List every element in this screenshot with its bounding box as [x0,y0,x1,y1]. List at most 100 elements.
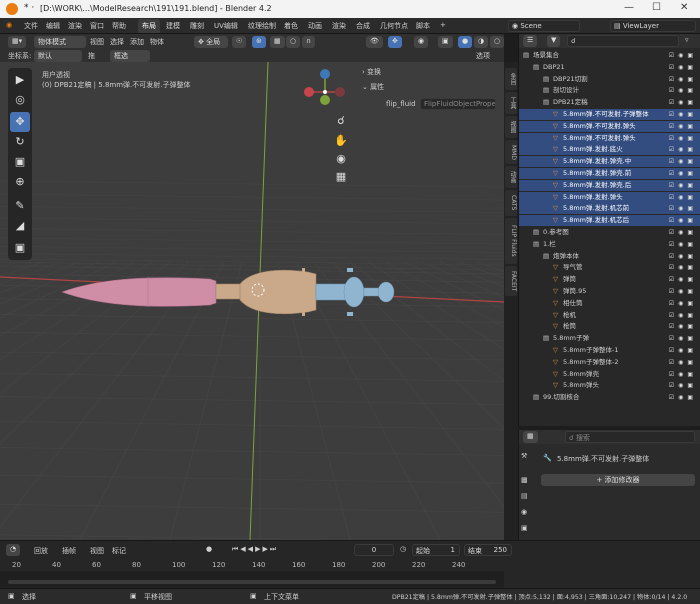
workspace-tab-geometry-nodes[interactable]: 几何节点 [376,19,412,33]
tool-props-icon[interactable]: ⚒ [521,452,527,460]
shading-solid-icon[interactable]: ● [458,36,473,48]
menu-view[interactable]: 视图 [90,546,104,556]
visibility-toggles-icon[interactable]: ☑◉▣ [669,239,697,250]
visibility-toggles-icon[interactable]: ☑◉▣ [669,333,697,344]
overlays-icon[interactable]: ◉ [414,36,429,48]
visibility-toggles-icon[interactable]: ☑◉▣ [669,215,697,226]
viewlayer-selector[interactable]: ▤ ViewLayer [610,20,696,32]
close-icon[interactable]: ✕ [680,2,688,13]
zoom-icon[interactable]: ☌ [334,114,348,128]
mode-dropdown[interactable]: 物体模式 [34,36,86,48]
workspace-tab-compositing[interactable]: 合成 [352,19,374,33]
falloff-icon[interactable]: ∩ [302,36,316,48]
workspace-tab-modeling[interactable]: 建模 [162,19,184,33]
outliner-row[interactable]: ▽ 5.8mm弹.发射.底火 ☑◉▣ [519,144,700,156]
visibility-toggles-icon[interactable]: ☑◉▣ [669,156,697,167]
visibility-toggles-icon[interactable]: ☑◉▣ [669,168,697,179]
proportional-edit-icon[interactable]: ○ [286,36,301,48]
outliner-row[interactable]: ▤ 5.8mm子弹 ☑◉▣ [519,333,700,344]
menu-view[interactable]: 视图 [90,37,104,47]
outliner-row[interactable]: ▽ 5.8mm弹头 ☑◉▣ [519,380,700,391]
visibility-toggles-icon[interactable]: ☑◉▣ [669,369,697,380]
visibility-toggles-icon[interactable]: ☑◉▣ [669,109,697,120]
transform-tool-icon[interactable]: ⊕ [10,172,30,192]
visibility-toggles-icon[interactable]: ☑◉▣ [669,97,697,108]
filter-icon[interactable]: ▿ [685,36,689,44]
filter-display-icon[interactable]: ▼ [547,35,561,47]
pivot-icon[interactable]: ☉ [232,36,247,48]
tab-item[interactable]: 条目 [505,68,517,90]
outliner-row[interactable]: ▽ 5.8mm弹.不可发射.子弹整体 ☑◉▣ [519,109,700,120]
visibility-toggles-icon[interactable]: ☑◉▣ [669,345,697,356]
editor-type-button[interactable]: ▦▾ [8,36,27,48]
snap-target-icon[interactable]: ▦ [270,36,285,48]
workspace-tab-layout[interactable]: 布局 [138,19,160,33]
tab-animation[interactable]: 动画 [505,166,517,188]
select-box-tool-icon[interactable]: ▶ [10,70,30,90]
workspace-tab-shading[interactable]: 着色 [280,19,302,33]
visibility-toggles-icon[interactable]: ☑◉▣ [669,251,697,262]
pan-hand-icon[interactable]: ✋ [334,134,348,148]
visibility-icon[interactable]: 👁 [366,36,383,48]
object-props-icon[interactable]: ▣ [521,524,528,532]
visibility-toggles-icon[interactable]: ☑◉▣ [669,392,697,403]
fuse-shaft[interactable] [315,283,347,301]
shading-material-icon[interactable]: ◑ [474,36,489,48]
outliner-row[interactable]: ▽ 5.8mm弹.发射.弹壳.前 ☑◉▣ [519,168,700,179]
outliner-row[interactable]: ▤ 场景集合 ☑◉▣ [519,50,700,61]
outliner-row[interactable]: ▽ 导气管 ☑◉▣ [519,262,700,273]
visibility-toggles-icon[interactable]: ☑◉▣ [669,227,697,238]
scale-tool-icon[interactable]: ▣ [10,152,30,172]
output-props-icon[interactable]: ▤ [521,492,528,500]
menu-playback[interactable]: 回放 [34,546,48,556]
timeline-scrollbar[interactable] [8,580,496,584]
tab-cats[interactable]: CATS [505,190,517,216]
add-modifier-button[interactable]: + 添加修改器 [541,474,695,486]
outliner-row[interactable]: ▽ 5.8mm子弹整体-2 ☑◉▣ [519,357,700,368]
current-frame-field[interactable]: 0 [354,544,394,556]
tab-mmd[interactable]: MMD [505,140,517,164]
visibility-toggles-icon[interactable]: ☑◉▣ [669,357,697,368]
panel-transform[interactable]: › 变换 [362,67,381,77]
workspace-tab-uv[interactable]: UV编辑 [210,19,242,33]
menu-markers[interactable]: 标记 [112,546,126,556]
bullet-tip[interactable] [61,277,217,307]
outliner-row[interactable]: ▽ 5.8mm弹壳 ☑◉▣ [519,369,700,380]
shading-render-icon[interactable]: ○ [490,36,505,48]
visibility-toggles-icon[interactable]: ☑◉▣ [669,262,697,273]
workspace-tab-sculpting[interactable]: 雕刻 [186,19,208,33]
visibility-toggles-icon[interactable]: ☑◉▣ [669,310,697,321]
add-cube-tool-icon[interactable]: ▣ [10,238,30,258]
navigation-gizmo[interactable] [304,69,345,105]
playback-controls[interactable]: ⏮◀◀▶▶⏭ [232,545,278,554]
visibility-toggles-icon[interactable]: ☑◉▣ [669,180,697,191]
outliner-search-input[interactable]: ☌ [567,35,679,47]
timeline-track[interactable] [0,571,504,587]
menu-help[interactable]: 帮助 [112,21,126,31]
transform-orientation-dropdown[interactable]: ✥ 全局 [194,36,228,48]
visibility-toggles-icon[interactable]: ☑◉▣ [669,192,697,203]
menu-edit[interactable]: 编辑 [46,21,60,31]
prop-value-field[interactable]: FlipFluidObjectProperti [420,98,496,110]
scene-props-icon[interactable]: ◉ [521,508,527,516]
outliner-row[interactable]: ▽ 5.8mm弹.发射.机芯后 ☑◉▣ [519,215,700,227]
xray-icon[interactable]: ▣ [438,36,453,48]
case-body[interactable] [239,269,317,315]
outliner-row[interactable]: ▽ 弹筒.95 ☑◉▣ [519,286,700,297]
tab-tool[interactable]: 工具 [505,92,517,114]
minimize-icon[interactable]: — [624,2,634,13]
viewport-scene[interactable] [0,62,504,540]
outliner-row[interactable]: ▽ 5.8mm弹.不可发射.弹头 ☑◉▣ [519,132,700,144]
menu-window[interactable]: 窗口 [90,21,104,31]
scene-selector[interactable]: ◉ Scene [508,20,580,32]
outliner-row[interactable]: ▽ 枪筒 ☑◉▣ [519,321,700,332]
visibility-toggles-icon[interactable]: ☑◉▣ [669,74,697,85]
visibility-toggles-icon[interactable]: ☑◉▣ [669,85,697,96]
visibility-toggles-icon[interactable]: ☑◉▣ [669,50,697,61]
menu-select[interactable]: 选择 [110,37,124,47]
panel-properties[interactable]: ⌄ 属性 [362,82,384,92]
drag-dropdown[interactable]: 框选 [110,50,150,62]
visibility-toggles-icon[interactable]: ☑◉▣ [669,380,697,391]
gizmo-icon[interactable]: ✥ [388,36,402,48]
menu-add[interactable]: 添加 [130,37,144,47]
